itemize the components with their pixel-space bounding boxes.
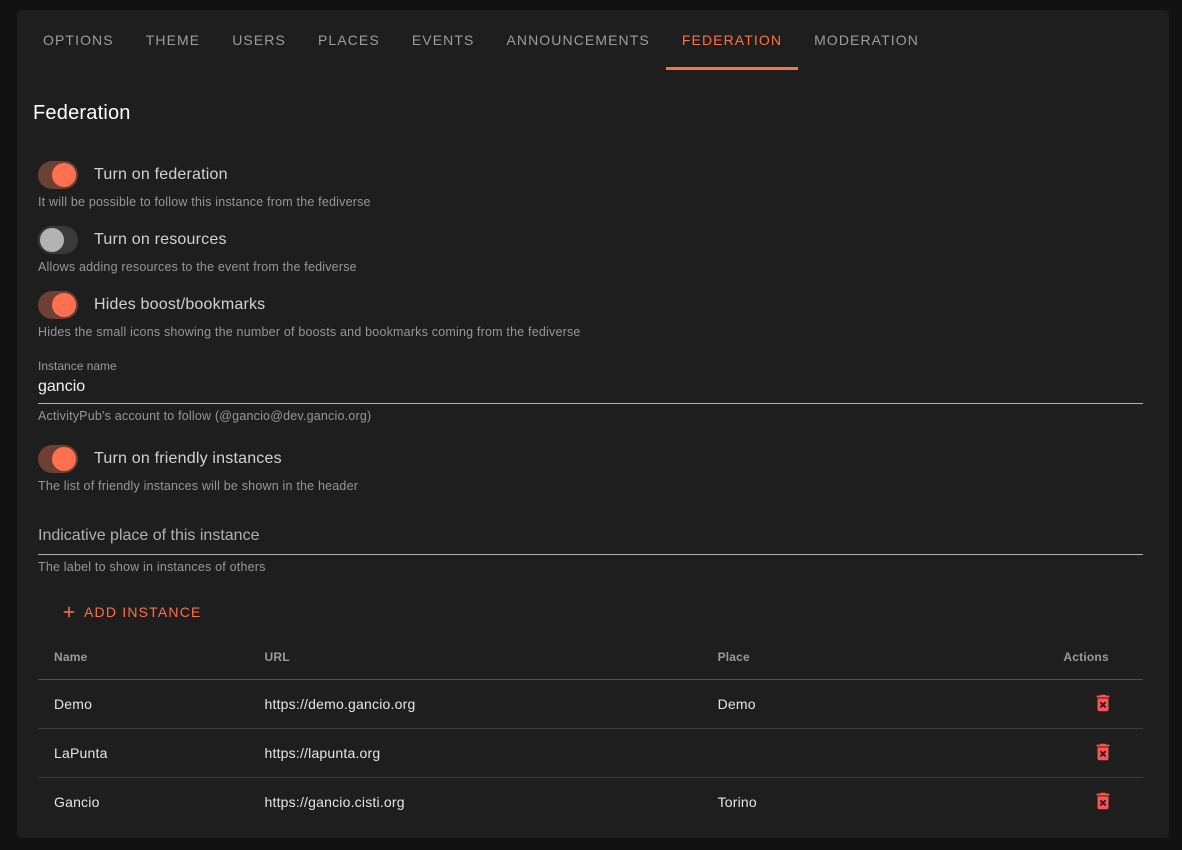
setting-label: Turn on federation — [94, 166, 228, 184]
toggle-thumb — [52, 447, 76, 471]
cell-url: https://lapunta.org — [265, 728, 718, 777]
cell-place: Torino — [718, 777, 1064, 826]
cell-name: LaPunta — [38, 728, 265, 777]
resources-toggle[interactable] — [38, 226, 78, 254]
trash-x-icon — [1092, 751, 1114, 766]
instance-name-input[interactable]: gancio — [38, 373, 1143, 404]
add-instance-button[interactable]: ADD INSTANCE — [48, 594, 214, 630]
instance-name-label: Instance name — [38, 359, 1143, 373]
header-url: URL — [265, 635, 718, 679]
tab-users[interactable]: USERS — [216, 10, 302, 70]
cell-url: https://demo.gancio.org — [265, 679, 718, 728]
toggle-thumb — [52, 293, 76, 317]
indicative-place-input[interactable]: Indicative place of this instance — [38, 527, 1143, 555]
federation-toggle[interactable] — [38, 161, 78, 189]
table-row: Demo https://demo.gancio.org Demo — [38, 679, 1143, 728]
trash-x-icon — [1092, 800, 1114, 815]
toggle-thumb — [52, 163, 76, 187]
table-row: Gancio https://gancio.cisti.org Torino — [38, 777, 1143, 826]
setting-hint: It will be possible to follow this insta… — [38, 195, 1143, 209]
delete-instance-button[interactable] — [1090, 690, 1116, 716]
header-name: Name — [38, 635, 265, 679]
delete-instance-button[interactable] — [1090, 788, 1116, 814]
federation-content: Turn on federation It will be possible t… — [17, 161, 1169, 826]
tab-announcements[interactable]: ANNOUNCEMENTS — [490, 10, 665, 70]
tab-moderation[interactable]: MODERATION — [798, 10, 935, 70]
setting-hide-boosts: Hides boost/bookmarks Hides the small ic… — [38, 291, 1143, 339]
header-place: Place — [718, 635, 1064, 679]
table-row: LaPunta https://lapunta.org — [38, 728, 1143, 777]
add-instance-label: ADD INSTANCE — [84, 604, 202, 620]
cell-name: Gancio — [38, 777, 265, 826]
setting-label: Hides boost/bookmarks — [94, 296, 265, 314]
header-actions: Actions — [1063, 635, 1143, 679]
tab-events[interactable]: EVENTS — [396, 10, 491, 70]
tab-places[interactable]: PLACES — [302, 10, 396, 70]
setting-hint: Allows adding resources to the event fro… — [38, 260, 1143, 274]
page-title: Federation — [33, 102, 1169, 125]
setting-hint: The list of friendly instances will be s… — [38, 479, 1143, 493]
setting-resources: Turn on resources Allows adding resource… — [38, 226, 1143, 274]
tab-options[interactable]: OPTIONS — [27, 10, 130, 70]
admin-panel: OPTIONS THEME USERS PLACES EVENTS ANNOUN… — [17, 10, 1169, 838]
table-header-row: Name URL Place Actions — [38, 635, 1143, 679]
setting-label: Turn on friendly instances — [94, 450, 282, 468]
setting-federation: Turn on federation It will be possible t… — [38, 161, 1143, 209]
indicative-place-field: Indicative place of this instance The la… — [38, 527, 1143, 574]
cell-place — [718, 728, 1064, 777]
tab-federation[interactable]: FEDERATION — [666, 10, 798, 70]
cell-url: https://gancio.cisti.org — [265, 777, 718, 826]
tab-theme[interactable]: THEME — [130, 10, 217, 70]
friendly-instances-toggle[interactable] — [38, 445, 78, 473]
indicative-place-label: Indicative place of this instance — [38, 527, 259, 544]
cell-name: Demo — [38, 679, 265, 728]
instances-table: Name URL Place Actions Demo https://demo… — [38, 635, 1143, 826]
admin-tabbar: OPTIONS THEME USERS PLACES EVENTS ANNOUN… — [17, 10, 1169, 70]
delete-instance-button[interactable] — [1090, 739, 1116, 765]
instance-name-hint: ActivityPub's account to follow (@gancio… — [38, 409, 1143, 423]
setting-hint: Hides the small icons showing the number… — [38, 325, 1143, 339]
instance-name-field: Instance name gancio ActivityPub's accou… — [38, 359, 1143, 423]
cell-place: Demo — [718, 679, 1064, 728]
trash-x-icon — [1092, 702, 1114, 717]
plus-icon — [60, 603, 78, 621]
setting-label: Turn on resources — [94, 231, 227, 249]
instance-name-value: gancio — [38, 378, 85, 395]
hide-boosts-toggle[interactable] — [38, 291, 78, 319]
toggle-thumb — [40, 228, 64, 252]
setting-friendly-instances: Turn on friendly instances The list of f… — [38, 445, 1143, 493]
indicative-place-hint: The label to show in instances of others — [38, 560, 1143, 574]
